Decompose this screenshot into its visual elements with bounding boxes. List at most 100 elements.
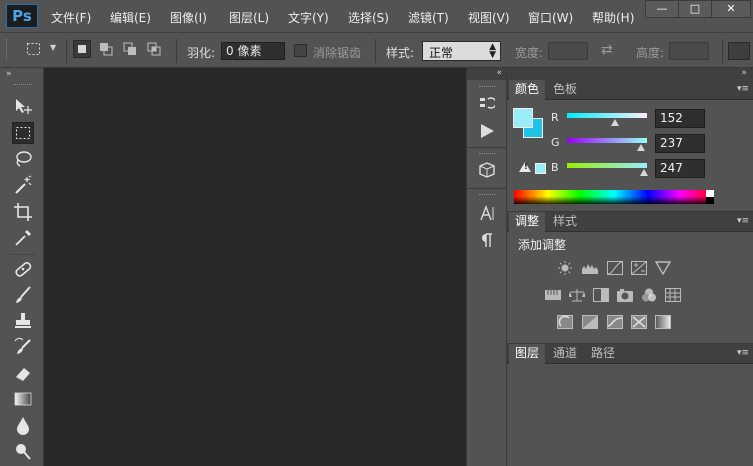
eyedropper-tool-icon[interactable] [12,227,34,249]
menu-help[interactable]: 帮助(H) [592,9,634,26]
foreground-color-swatch[interactable] [513,108,533,128]
green-value-input[interactable]: 237 [655,134,705,153]
spectrum-white-chip[interactable] [706,190,714,197]
blue-value-input[interactable]: 247 [655,159,705,178]
swap-icon[interactable]: ⇄ [601,42,613,58]
antialias-checkbox[interactable] [294,44,307,57]
crop-tool-icon[interactable] [12,201,34,223]
strip-grip[interactable] [479,153,495,156]
color-lookup-icon[interactable] [665,288,681,302]
toolbox-grip[interactable] [14,84,32,87]
intersect-selection-icon[interactable] [145,40,163,58]
collapse-left-icon[interactable]: « [496,68,502,78]
panel-menu-icon[interactable]: ▾≡ [735,348,749,358]
width-label: 宽度: [515,46,544,60]
preset-dropdown-icon[interactable]: ▼ [50,43,56,52]
character-panel-icon[interactable] [479,205,495,221]
menu-edit[interactable]: 编辑(E) [110,9,151,26]
healing-brush-tool-icon[interactable] [12,258,34,280]
tab-layers[interactable]: 图层 [509,344,546,364]
style-select[interactable]: 正常 ▲ ▼ [422,41,501,61]
paragraph-panel-icon[interactable] [479,232,495,248]
layers-list[interactable] [507,364,753,466]
magic-wand-tool-icon[interactable] [12,174,34,196]
black-white-icon[interactable] [593,288,609,302]
refine-edge-button[interactable] [728,42,750,60]
history-brush-tool-icon[interactable] [12,336,34,358]
rectangular-marquee-tool-icon[interactable] [12,122,34,144]
document-canvas-area[interactable] [44,68,466,466]
close-button[interactable]: ✕ [711,0,751,18]
lasso-tool-icon[interactable] [12,148,34,170]
brightness-contrast-icon[interactable] [557,261,573,275]
photo-filter-icon[interactable] [617,288,633,302]
tab-paths[interactable]: 路径 [585,344,621,364]
toolbox-divider [10,254,36,255]
menu-type[interactable]: 文字(Y) [288,9,329,26]
blue-slider[interactable] [567,163,647,168]
3d-panel-icon[interactable] [479,162,495,178]
collapse-icon[interactable]: » [6,69,12,79]
blue-slider-thumb[interactable] [640,169,649,176]
channel-mixer-icon[interactable] [641,288,657,302]
exposure-icon[interactable] [631,261,647,275]
height-input[interactable] [669,42,709,60]
spectrum-black-chip[interactable] [706,197,714,204]
color-balance-icon[interactable] [568,288,586,302]
gradient-map-icon[interactable] [655,315,671,329]
clone-stamp-tool-icon[interactable] [12,310,34,332]
tab-adjustments[interactable]: 调整 [509,212,546,232]
minimize-button[interactable]: — [645,0,679,18]
gradient-tool-icon[interactable] [12,388,34,410]
eraser-tool-icon[interactable] [12,362,34,384]
dodge-tool-icon[interactable] [12,440,34,462]
add-selection-icon[interactable] [97,40,115,58]
strip-grip[interactable] [479,194,495,197]
strip-grip[interactable] [479,86,495,89]
menu-image[interactable]: 图像(I) [170,9,207,26]
new-selection-icon[interactable] [73,40,91,58]
blur-tool-icon[interactable] [12,414,34,436]
posterize-icon[interactable] [582,315,598,329]
tab-swatches[interactable]: 色板 [547,80,583,100]
brush-tool-icon[interactable] [12,284,34,306]
maximize-button[interactable]: □ [678,0,712,18]
menu-file[interactable]: 文件(F) [51,9,91,26]
color-spectrum-bar[interactable] [514,190,714,204]
threshold-icon[interactable] [607,315,623,329]
move-tool-icon[interactable] [12,96,34,118]
tab-color[interactable]: 颜色 [509,80,546,100]
menu-view[interactable]: 视图(V) [468,9,510,26]
options-divider [722,39,723,63]
feather-input[interactable]: 0 像素 [221,42,285,60]
red-slider-thumb[interactable] [610,119,619,126]
style-label: 样式: [386,46,415,60]
levels-icon[interactable] [582,261,598,275]
gamut-color-chip[interactable] [535,163,546,174]
panel-menu-icon[interactable]: ▾≡ [735,216,749,226]
selective-color-icon[interactable] [631,315,647,329]
collapse-panels-icon[interactable]: » [741,68,747,78]
hue-saturation-icon[interactable] [545,288,561,302]
tab-styles[interactable]: 样式 [547,212,583,232]
menu-window[interactable]: 窗口(W) [528,9,573,26]
channel-g-label: G [551,136,560,149]
green-slider[interactable] [567,138,647,143]
menu-select[interactable]: 选择(S) [348,9,389,26]
actions-panel-icon[interactable] [479,123,495,139]
history-panel-icon[interactable] [479,95,497,111]
menu-layer[interactable]: 图层(L) [229,9,269,26]
menu-filter[interactable]: 滤镜(T) [408,9,449,26]
invert-icon[interactable] [557,315,573,329]
width-input[interactable] [548,42,588,60]
marquee-preset-icon[interactable] [26,42,42,56]
green-slider-thumb[interactable] [637,144,646,151]
tab-channels[interactable]: 通道 [547,344,583,364]
subtract-selection-icon[interactable] [121,40,139,58]
red-value-input[interactable]: 152 [655,109,705,128]
curves-icon[interactable] [607,261,623,275]
options-grip[interactable] [6,39,9,61]
panel-menu-icon[interactable]: ▾≡ [735,84,749,94]
vibrance-icon[interactable] [654,261,672,276]
red-slider[interactable] [567,113,647,118]
